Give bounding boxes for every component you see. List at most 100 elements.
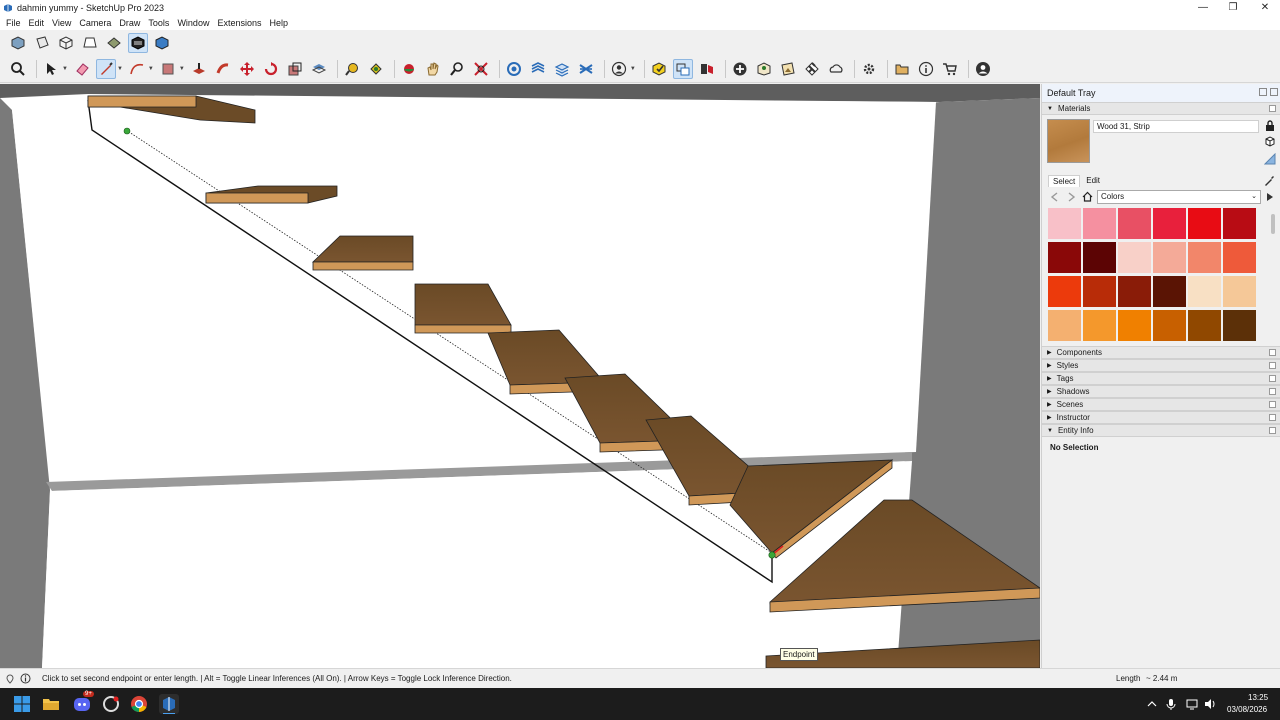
color-swatch[interactable] [1048,310,1081,341]
solid-inspector-button[interactable] [649,59,669,79]
profile-button[interactable] [973,59,993,79]
color-swatch[interactable] [1048,242,1081,273]
color-swatch[interactable] [1188,242,1221,273]
color-swatch[interactable] [1188,310,1221,341]
pan-tool-button[interactable] [423,59,443,79]
color-swatch[interactable] [1153,276,1186,307]
chevron-up-icon[interactable] [1147,699,1157,709]
network-icon[interactable] [1186,698,1198,710]
share-model-button[interactable] [528,59,548,79]
panel-close-button[interactable] [1269,105,1276,112]
right-view-button[interactable] [80,33,100,53]
swatch-scrollbar[interactable] [1271,214,1275,234]
select-tool-button[interactable] [41,59,61,79]
clock-date[interactable]: 03/08/2026 [1227,705,1267,714]
close-button[interactable]: ✕ [1250,0,1280,15]
instructor-panel-header[interactable]: ▶ Instructor [1042,411,1280,424]
styles-panel-header[interactable]: ▶ Styles [1042,359,1280,372]
outliner-button[interactable] [672,59,693,79]
rotate-tool-button[interactable] [261,59,281,79]
photo-textures-button[interactable] [778,59,798,79]
shadows-panel-header[interactable]: ▶ Shadows [1042,385,1280,398]
color-swatch[interactable] [1188,208,1221,239]
panel-close-button[interactable] [1269,375,1276,382]
microphone-icon[interactable] [1166,698,1176,710]
info-button[interactable] [916,59,936,79]
menu-help[interactable]: Help [265,18,292,28]
current-material-swatch[interactable] [1047,119,1090,163]
material-name-field[interactable]: Wood 31, Strip [1093,120,1259,133]
color-swatch[interactable] [1118,276,1151,307]
panel-close-button[interactable] [1269,349,1276,356]
color-swatch[interactable] [1223,310,1256,341]
menu-file[interactable]: File [2,18,25,28]
panel-close-button[interactable] [1269,401,1276,408]
extension-manager-button[interactable] [859,59,879,79]
front-view-button[interactable] [56,33,76,53]
trimble-connect-button[interactable] [892,59,912,79]
library-select[interactable]: Colors ⌄ [1097,190,1261,204]
panel-close-button[interactable] [1269,427,1276,434]
menu-window[interactable]: Window [173,18,213,28]
maximize-button[interactable]: ❐ [1218,0,1248,15]
display-secondary-icon[interactable] [1264,120,1276,132]
chrome-icon[interactable] [129,694,149,714]
color-swatch[interactable] [1118,242,1151,273]
materials-panel-header[interactable]: ▼ Materials [1042,102,1280,115]
color-swatch[interactable] [1048,276,1081,307]
components-panel-header[interactable]: ▶ Components [1042,346,1280,359]
push-pull-button[interactable] [189,59,209,79]
scale-tool-button[interactable] [285,59,305,79]
default-material-icon[interactable] [1264,153,1276,165]
info-status-icon[interactable] [20,673,31,684]
paint-bucket-button[interactable] [366,59,386,79]
clock-time[interactable]: 13:25 [1248,693,1268,702]
chevron-down-icon[interactable]: ▼ [62,66,68,72]
top-view-button[interactable] [32,33,52,53]
arc-tool-button[interactable] [127,59,147,79]
zoom-tool-button[interactable] [447,59,467,79]
color-swatch[interactable] [1083,242,1116,273]
match-photo-button[interactable] [802,59,822,79]
measurements-input[interactable]: ~ 2.44 m [1146,674,1177,683]
color-swatch[interactable] [1153,310,1186,341]
forward-arrow-icon[interactable] [1066,192,1076,202]
drawing-viewport[interactable]: Endpoint [0,84,1040,668]
color-swatch[interactable] [1118,310,1151,341]
chevron-down-icon[interactable]: ▼ [117,66,123,72]
color-swatch[interactable] [1083,310,1116,341]
left-view-button[interactable] [128,33,148,53]
details-arrow-icon[interactable] [1265,192,1275,202]
sketchup-taskbar-icon[interactable] [159,694,179,714]
scenes-panel-header[interactable]: ▶ Scenes [1042,398,1280,411]
tray-close-button[interactable] [1270,88,1278,96]
eyedropper-icon[interactable] [1264,175,1275,186]
extension-warehouse-button[interactable] [576,59,596,79]
tab-edit[interactable]: Edit [1082,175,1104,186]
discord-icon[interactable] [72,694,92,714]
back-arrow-icon[interactable] [1050,192,1060,202]
warehouse-button[interactable] [504,59,524,79]
tray-pin-button[interactable] [1259,88,1267,96]
color-swatch[interactable] [1153,242,1186,273]
create-material-icon[interactable] [1264,135,1276,147]
panel-close-button[interactable] [1269,388,1276,395]
tape-measure-button[interactable] [342,59,362,79]
bottom-view-button[interactable] [152,33,172,53]
move-tool-button[interactable] [237,59,257,79]
color-swatch[interactable] [1048,208,1081,239]
chevron-down-icon[interactable]: ▼ [179,66,185,72]
shape-tool-button[interactable] [158,59,178,79]
home-icon[interactable] [1082,191,1093,202]
entity-info-panel-header[interactable]: ▼ Entity Info [1042,424,1280,437]
follow-me-button[interactable] [213,59,233,79]
menu-extensions[interactable]: Extensions [213,18,265,28]
iso-view-button[interactable] [8,33,28,53]
panel-close-button[interactable] [1269,362,1276,369]
color-swatch[interactable] [1153,208,1186,239]
menu-view[interactable]: View [48,18,75,28]
chevron-down-icon[interactable]: ▼ [630,66,636,72]
menu-edit[interactable]: Edit [25,18,49,28]
menu-tools[interactable]: Tools [144,18,173,28]
shop-button[interactable] [940,59,960,79]
